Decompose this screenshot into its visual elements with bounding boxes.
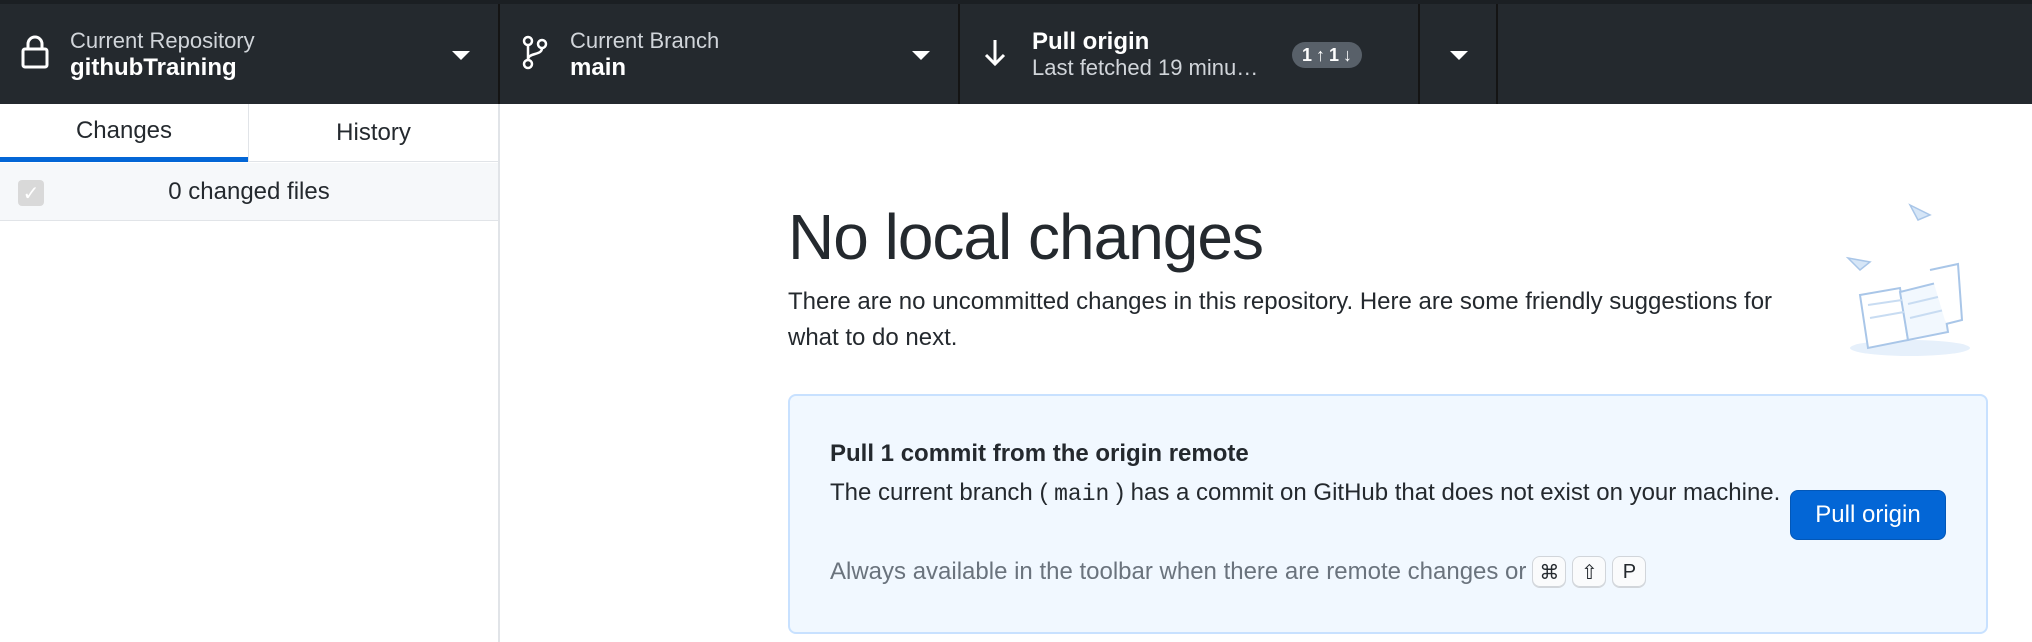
branch-code: main bbox=[1054, 481, 1110, 507]
page-title: No local changes bbox=[788, 201, 1264, 273]
select-all-checkbox[interactable]: ✓ bbox=[18, 180, 44, 206]
tab-history[interactable]: History bbox=[248, 104, 498, 162]
changed-files-header: 0 changed files ✓ bbox=[0, 163, 498, 221]
repository-name: githubTraining bbox=[70, 54, 237, 81]
pull-origin-action-button[interactable]: Pull origin bbox=[1790, 490, 1946, 540]
pull-suggestion-card: Pull 1 commit from the origin remote The… bbox=[788, 394, 1988, 634]
arrow-up-icon: ↑ bbox=[1316, 44, 1326, 65]
suggestion-description: The current branch ( main ) has a commit… bbox=[830, 474, 1790, 513]
branch-name: main bbox=[570, 54, 627, 81]
branch-label: Current Branch bbox=[570, 28, 720, 53]
pull-origin-label: Pull origin bbox=[1032, 28, 1150, 55]
chevron-down-icon bbox=[912, 51, 930, 60]
repository-label: Current Repository bbox=[70, 28, 255, 53]
arrow-down-icon: ↓ bbox=[1343, 44, 1353, 65]
main-content: No local changes There are no uncommitte… bbox=[500, 104, 2032, 642]
tab-changes[interactable]: Changes bbox=[0, 104, 248, 162]
command-key: ⌘ bbox=[1532, 556, 1567, 588]
page-subtitle: There are no uncommitted changes in this… bbox=[788, 288, 1773, 351]
ahead-behind-badge: 1 ↑ 1 ↓ bbox=[1292, 42, 1363, 68]
empty-state-illustration bbox=[1845, 203, 1970, 356]
shortcut-hint-text: Always available in the toolbar when the… bbox=[830, 558, 1527, 585]
chevron-down-icon bbox=[452, 51, 470, 60]
suggestion-text-start: The current branch ( bbox=[830, 479, 1048, 506]
repository-selector[interactable]: Current Repository githubTraining bbox=[0, 4, 500, 104]
behind-count: 1 bbox=[1329, 44, 1340, 65]
shortcut-hint: Always available in the toolbar when the… bbox=[830, 556, 1647, 588]
sidebar: Changes History 0 changed files ✓ bbox=[0, 104, 500, 642]
lock-icon bbox=[21, 35, 49, 69]
ahead-count: 1 bbox=[1302, 44, 1313, 65]
tab-bar: Changes History bbox=[0, 104, 498, 162]
git-branch-icon bbox=[522, 35, 548, 70]
arrow-down-icon bbox=[984, 40, 1006, 67]
suggestion-title: Pull 1 commit from the origin remote bbox=[830, 440, 1249, 467]
branch-selector[interactable]: Current Branch main bbox=[500, 4, 960, 104]
suggestion-text-end: ) has a commit on GitHub that does not e… bbox=[1116, 479, 1781, 506]
last-fetched-text: Last fetched 19 minu… bbox=[1032, 55, 1259, 80]
toolbar: Current Repository githubTraining Curren… bbox=[0, 0, 2032, 104]
changed-files-count: 0 changed files bbox=[168, 178, 330, 205]
shift-key: ⇧ bbox=[1572, 556, 1607, 588]
pull-options-dropdown[interactable] bbox=[1420, 4, 1498, 104]
pull-origin-button[interactable]: Pull origin Last fetched 19 minu… 1 ↑ 1 … bbox=[960, 4, 1420, 104]
p-key: P bbox=[1612, 556, 1647, 588]
chevron-down-icon bbox=[1450, 51, 1468, 60]
